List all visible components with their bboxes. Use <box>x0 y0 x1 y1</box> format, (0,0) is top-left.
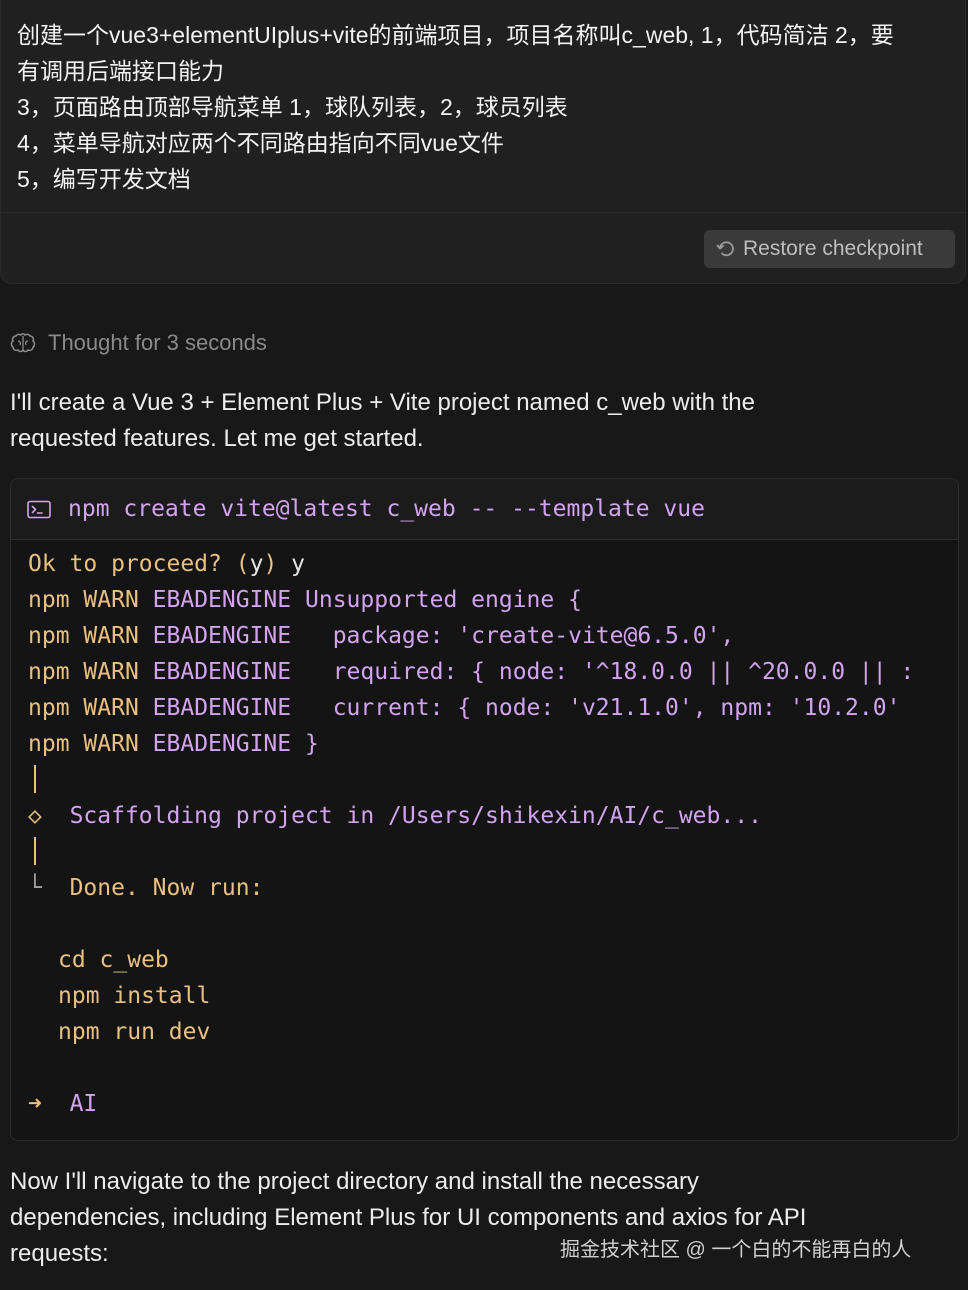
restore-icon <box>716 241 734 257</box>
warn-prefix: npm <box>28 695 70 721</box>
proceed-paren-close: ) <box>263 551 278 577</box>
warn-code: EBADENGINE <box>152 659 292 685</box>
diamond-icon: ◇ <box>28 803 42 829</box>
warn-text: } <box>305 731 319 757</box>
terminal-block[interactable]: npm create vite@latest c_web -- --templa… <box>10 478 959 1141</box>
proceed-answer: y <box>291 551 306 577</box>
warn-prefix: npm <box>28 623 70 649</box>
arrow-icon: ➜ <box>28 1091 42 1117</box>
restore-checkpoint-button[interactable]: Restore checkpoint <box>704 230 955 268</box>
warn-code: EBADENGINE <box>152 587 292 613</box>
terminal-warn-line: npm WARN EBADENGINE required: { node: '^… <box>28 654 914 690</box>
user-message-line: 创建一个vue3+elementUIplus+vite的前端项目，项目名称叫c_… <box>17 22 894 48</box>
warn-word: WARN <box>83 623 139 649</box>
intro-line: requested features. Let me get started. <box>10 425 424 452</box>
tree-connector <box>34 765 36 793</box>
user-message-line: 3，页面路由顶部导航菜单 1，球队列表，2，球员列表 <box>17 94 568 120</box>
proceed-y: y <box>249 551 264 577</box>
proceed-paren-open: ( <box>235 551 250 577</box>
corner-glyph: └ <box>28 875 42 901</box>
terminal-warn-line: npm WARN EBADENGINE Unsupported engine { <box>28 582 582 618</box>
followup-line: Now I'll navigate to the project directo… <box>10 1168 699 1195</box>
tree-connector <box>34 837 36 865</box>
warn-word: WARN <box>83 587 139 613</box>
warn-code: EBADENGINE <box>152 731 292 757</box>
warn-code: EBADENGINE <box>152 623 292 649</box>
followup-line: dependencies, including Element Plus for… <box>10 1204 807 1231</box>
prompt-cwd: AI <box>69 1091 98 1117</box>
warn-code: EBADENGINE <box>152 695 292 721</box>
followup-line: requests: <box>10 1240 109 1267</box>
terminal-prompt-line: ➜ AI <box>28 1086 97 1122</box>
warn-text: current: { node: 'v21.1.0', npm: '10.2.0… <box>305 695 901 721</box>
warn-text: package: 'create-vite@6.5.0', <box>305 623 735 649</box>
warn-text: required: { node: '^18.0.0 || ^20.0.0 ||… <box>305 659 915 685</box>
warn-word: WARN <box>83 731 139 757</box>
terminal-warn-line: npm WARN EBADENGINE package: 'create-vit… <box>28 618 734 654</box>
brain-icon <box>10 333 36 353</box>
user-message-bubble: 创建一个vue3+elementUIplus+vite的前端项目，项目名称叫c_… <box>0 0 966 284</box>
warn-prefix: npm <box>28 587 70 613</box>
next-step-line: npm install <box>58 983 211 1009</box>
proceed-prompt: Ok to proceed? <box>28 551 222 577</box>
warn-word: WARN <box>83 659 139 685</box>
thought-label: Thought for 3 seconds <box>48 330 267 355</box>
done-text: Done. Now run: <box>69 875 264 901</box>
warn-prefix: npm <box>28 659 70 685</box>
user-message-line: 4，菜单导航对应两个不同路由指向不同vue文件 <box>17 130 504 156</box>
restore-checkpoint-label: Restore checkpoint <box>743 237 923 260</box>
watermark: 掘金技术社区 @ 一个白的不能再白的人 <box>560 1239 912 1261</box>
terminal-warn-line: npm WARN EBADENGINE } <box>28 726 319 762</box>
terminal-icon <box>27 500 51 519</box>
intro-line: I'll create a Vue 3 + Element Plus + Vit… <box>10 389 755 416</box>
terminal-header: npm create vite@latest c_web -- --templa… <box>11 479 958 540</box>
bubble-divider <box>1 212 965 213</box>
terminal-command: npm create vite@latest c_web -- --templa… <box>68 496 705 522</box>
terminal-warn-line: npm WARN EBADENGINE current: { node: 'v2… <box>28 690 900 726</box>
warn-prefix: npm <box>28 731 70 757</box>
next-step-line: npm run dev <box>58 1019 211 1045</box>
terminal-done-line: └ Done. Now run: <box>28 870 263 906</box>
next-step-line: cd c_web <box>58 947 169 973</box>
terminal-line-proceed: Ok to proceed? (y) y <box>28 546 305 582</box>
warn-word: WARN <box>83 695 139 721</box>
thought-indicator[interactable]: Thought for 3 seconds <box>10 326 267 360</box>
warn-text: Unsupported engine { <box>305 587 582 613</box>
user-message-line: 有调用后端接口能力 <box>17 58 224 84</box>
scaffold-text: Scaffolding project in /Users/shikexin/A… <box>69 803 762 829</box>
terminal-scaffold-line: ◇ Scaffolding project in /Users/shikexin… <box>28 798 762 834</box>
user-message-line: 5，编写开发文档 <box>17 166 191 192</box>
